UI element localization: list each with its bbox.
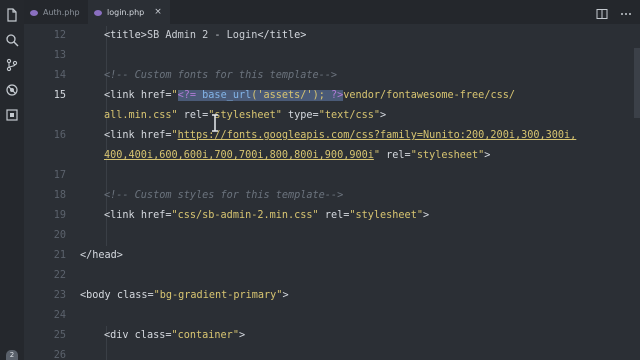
source-control-icon[interactable]: [5, 58, 19, 72]
tag-link: <link: [104, 130, 141, 141]
code-line-12: <title>SB Admin 2 - Login</title>: [104, 26, 306, 46]
php-open: <?=: [177, 90, 197, 101]
line-number: 18: [53, 190, 66, 201]
split-editor-icon[interactable]: [596, 5, 608, 24]
line-number: 14: [53, 70, 66, 81]
tag-end: >: [380, 110, 387, 121]
attr-href: href=: [140, 90, 172, 101]
type-value: "text/css": [318, 110, 381, 121]
code-line-15-wrap: all.min.css" rel="stylesheet" type="text…: [104, 106, 386, 126]
google-fonts-link[interactable]: https://fonts.googleapis.com/css?family=…: [178, 130, 577, 141]
href-path-end: all.min.css": [104, 110, 178, 121]
line-number: 21: [53, 250, 66, 261]
tag-link: <link: [104, 210, 141, 221]
selection: <?= base_url('assets/'); ?>: [177, 90, 344, 101]
tab-auth-php[interactable]: Auth.php: [24, 0, 88, 24]
code-line-21: </head>: [80, 250, 123, 261]
tag-title-open: <title>: [104, 30, 147, 41]
tag-div: <div: [104, 330, 135, 341]
code-line-16: <link href="https://fonts.googleapis.com…: [104, 126, 576, 146]
class-value: "bg-gradient-primary": [153, 290, 283, 301]
tag-body: <body: [80, 290, 117, 301]
search-icon[interactable]: [5, 33, 19, 47]
line-number: 24: [53, 310, 66, 321]
code-line-19: <link href="css/sb-admin-2.min.css" rel=…: [104, 206, 429, 226]
function-args: ('assets/');: [251, 90, 331, 101]
notification-badge: 2: [6, 350, 18, 360]
editor-actions: [596, 5, 632, 24]
href-value: "css/sb-admin-2.min.css": [171, 210, 319, 221]
scrollbar-thumb[interactable]: [634, 48, 640, 118]
tag-end: >: [238, 330, 246, 341]
class-value: "container": [171, 330, 239, 341]
close-icon[interactable]: ×: [154, 7, 162, 17]
code-editor[interactable]: 12 13 14 15 16 17 18 19 20 21 22 23 24 2…: [24, 24, 640, 360]
attr-type: type=: [281, 110, 319, 121]
tab-label: login.php: [107, 7, 145, 17]
debug-icon[interactable]: [5, 83, 19, 97]
google-fonts-link-cont[interactable]: 400,400i,600,600i,700,700i,800,800i,900,…: [104, 150, 374, 161]
attr-class: class=: [134, 330, 172, 341]
more-actions-icon[interactable]: [620, 5, 632, 24]
href-path: vendor/fontawesome-free/css/: [343, 90, 515, 101]
title-text: SB Admin 2 - Login: [146, 30, 258, 41]
line-number: 16: [53, 130, 66, 141]
code-line-18: <!-- Custom styles for this template-->: [104, 190, 344, 201]
tag-end: >: [484, 150, 491, 161]
line-number: 19: [53, 210, 66, 221]
attr-rel: rel=: [380, 150, 411, 161]
line-number: 25: [53, 330, 66, 341]
code-line-25: <div class="container">: [104, 326, 245, 346]
files-icon[interactable]: [5, 8, 19, 22]
rel-value: "stylesheet": [349, 210, 423, 221]
line-number: 23: [53, 290, 66, 301]
line-number: 17: [53, 170, 66, 181]
attr-class: class=: [116, 290, 154, 301]
attr-rel: rel=: [318, 210, 350, 221]
attr-href: href=: [140, 210, 172, 221]
tag-title-close: </title>: [257, 30, 307, 41]
tab-label: Auth.php: [43, 7, 80, 17]
activity-bar: 2: [0, 0, 24, 360]
code-line-16-wrap: 400,400i,600,600i,700,700i,800,800i,900,…: [104, 146, 490, 166]
rel-value: "stylesheet": [410, 150, 485, 161]
code-line-15: <link href="<?= base_url('assets/'); ?>v…: [104, 86, 515, 106]
extensions-icon[interactable]: [5, 108, 19, 122]
tag-end: >: [282, 290, 289, 301]
code-line-23: <body class="bg-gradient-primary">: [80, 286, 289, 306]
php-close: ?>: [330, 90, 344, 101]
code-line-14: <!-- Custom fonts for this template-->: [104, 70, 338, 81]
attr-rel: rel=: [177, 110, 209, 121]
line-number: 26: [53, 350, 66, 360]
function-base-url: base_url: [196, 90, 252, 101]
tag-link: <link: [104, 90, 141, 101]
attr-href: href=: [140, 130, 172, 141]
line-number-gutter: 12 13 14 15 16 17 18 19 20 21 22 23 24 2…: [24, 24, 68, 360]
tag-end: >: [422, 210, 430, 221]
text-cursor-icon: [212, 114, 218, 132]
php-file-icon: [30, 9, 38, 16]
line-number-active: 15: [53, 90, 66, 101]
tab-login-php[interactable]: login.php ×: [88, 0, 170, 24]
tab-bar: Auth.php login.php ×: [24, 0, 640, 24]
line-number: 12: [53, 30, 66, 41]
line-number: 22: [53, 270, 66, 281]
php-file-icon: [94, 9, 102, 16]
rel-value: "stylesheet": [208, 110, 282, 121]
line-number: 13: [53, 50, 66, 61]
line-number: 20: [53, 230, 66, 241]
